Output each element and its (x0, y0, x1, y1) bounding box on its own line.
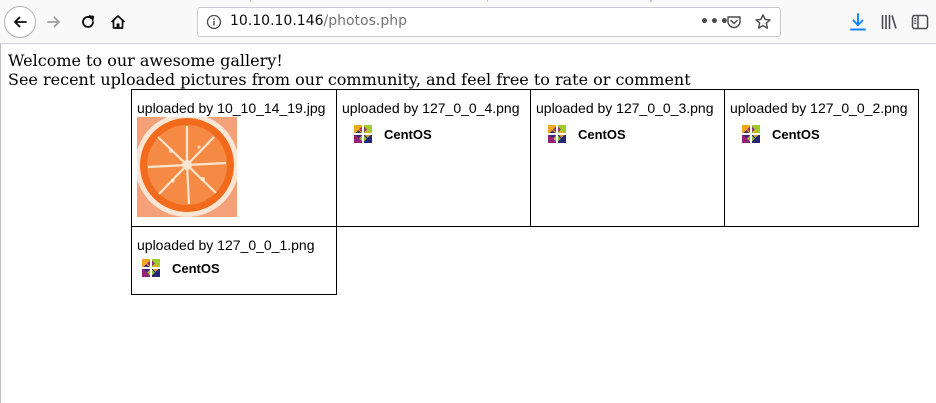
download-icon[interactable] (848, 12, 868, 32)
gallery-cell: uploaded by 127_0_0_4.png CentOS (336, 89, 531, 227)
upload-label: uploaded by 127_0_0_1.png (137, 237, 315, 253)
tab-edge (250, 0, 488, 2)
gallery-cell: uploaded by 127_0_0_3.png CentOS (530, 89, 725, 227)
pocket-icon[interactable] (726, 14, 742, 30)
star-icon[interactable] (754, 13, 772, 31)
gallery-cell: uploaded by 127_0_0_2.png CentOS (724, 89, 919, 227)
back-icon (14, 16, 27, 28)
url-path: /photos.php (323, 13, 408, 29)
forward-icon (47, 16, 60, 28)
sidebar-icon[interactable] (910, 12, 930, 32)
centos-logo-image[interactable]: CentOS (349, 120, 439, 148)
centos-logo-text: CentOS (772, 127, 820, 142)
welcome-subtitle: See recent uploaded pictures from our co… (8, 70, 691, 89)
more-icon[interactable]: ••• (700, 12, 729, 32)
welcome-heading: Welcome to our awesome gallery! (8, 51, 283, 70)
tab-edge (650, 0, 652, 2)
upload-label: uploaded by 127_0_0_4.png (342, 100, 520, 116)
centos-logo-image[interactable]: CentOS (137, 254, 227, 282)
forward-button[interactable] (42, 10, 66, 34)
upload-label: uploaded by 10_10_14_19.jpg (137, 100, 326, 116)
url-host: 10.10.10.146 (230, 13, 324, 29)
centos-logo-text: CentOS (578, 127, 626, 142)
info-icon[interactable] (206, 14, 222, 30)
upload-label: uploaded by 127_0_0_2.png (730, 100, 908, 116)
home-button[interactable] (106, 10, 130, 34)
page-content: Welcome to our awesome gallery! See rece… (0, 44, 936, 403)
back-button[interactable] (4, 6, 36, 38)
url-text[interactable]: 10.10.10.146/photos.php (230, 13, 407, 29)
browser-toolbar: 10.10.10.146/photos.php ••• (0, 0, 936, 44)
home-icon (110, 15, 126, 29)
reload-icon (82, 15, 95, 28)
centos-logo-image[interactable]: CentOS (543, 120, 633, 148)
centos-logo-text: CentOS (384, 127, 432, 142)
centos-logo-text: CentOS (172, 261, 220, 276)
url-bar[interactable]: 10.10.10.146/photos.php ••• (197, 7, 781, 37)
gallery-table: uploaded by 10_10_14_19.jpg uploaded by … (131, 89, 919, 295)
gallery-cell: uploaded by 10_10_14_19.jpg (131, 89, 337, 227)
welcome-text: Welcome to our awesome gallery! See rece… (8, 51, 691, 89)
centos-logo-image[interactable]: CentOS (737, 120, 827, 148)
gallery-row: uploaded by 10_10_14_19.jpg uploaded by … (131, 89, 919, 227)
upload-label: uploaded by 127_0_0_3.png (536, 100, 714, 116)
reload-button[interactable] (76, 10, 100, 34)
orange-slice-image[interactable] (137, 117, 237, 217)
gallery-row: uploaded by 127_0_0_1.png CentOS (131, 226, 919, 295)
gallery-cell: uploaded by 127_0_0_1.png CentOS (131, 226, 337, 295)
library-icon[interactable] (879, 12, 899, 32)
